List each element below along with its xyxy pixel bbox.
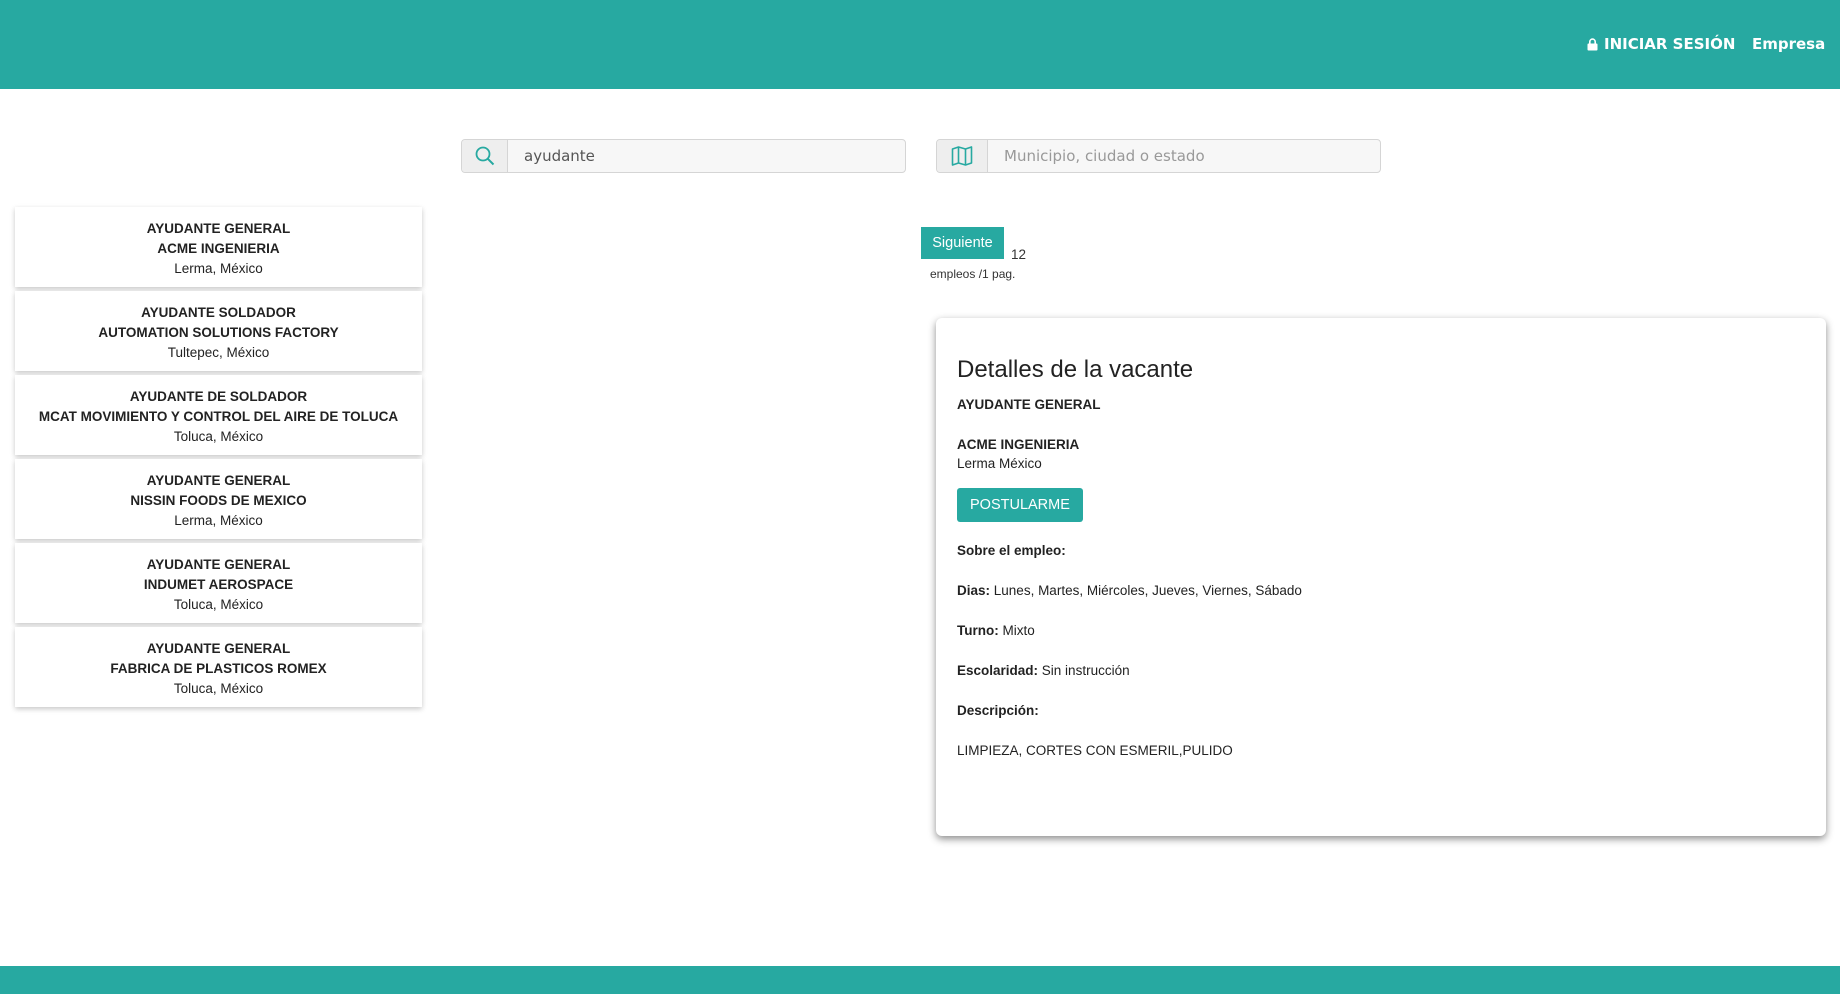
search-icon (475, 146, 494, 166)
job-title: AYUDANTE GENERAL (146, 473, 291, 488)
company-link[interactable]: Empresa (1752, 35, 1825, 53)
map-icon (951, 146, 973, 166)
keyword-input[interactable] (508, 140, 905, 172)
login-link[interactable]: INICIAR SESIÓN (1587, 35, 1735, 53)
job-card[interactable]: AYUDANTE DE SOLDADOR MCAT MOVIMIENTO Y C… (15, 375, 422, 455)
company-label: Empresa (1752, 35, 1826, 53)
description-label-row: Descripción: (957, 702, 1805, 720)
shift-row: Turno: Mixto (957, 622, 1805, 640)
job-title: AYUDANTE SOLDADOR (141, 305, 296, 320)
job-location: Lerma, México (174, 261, 263, 276)
footer-bar (0, 966, 1840, 994)
job-detail-panel: Detalles de la vacante AYUDANTE GENERAL … (936, 318, 1826, 836)
job-company: FABRICA DE PLASTICOS ROMEX (110, 661, 327, 676)
lock-icon (1587, 37, 1598, 50)
job-company: AUTOMATION SOLUTIONS FACTORY (98, 325, 339, 340)
detail-heading: Detalles de la vacante (957, 356, 1194, 383)
search-addon[interactable] (462, 140, 508, 172)
login-label: INICIAR SESIÓN (1604, 35, 1736, 53)
job-company: INDUMET AEROSPACE (143, 577, 294, 592)
job-company: NISSIN FOODS DE MEXICO (130, 493, 307, 508)
location-input[interactable] (988, 140, 1380, 172)
job-card[interactable]: AYUDANTE SOLDADOR AUTOMATION SOLUTIONS F… (15, 291, 422, 371)
job-title: AYUDANTE GENERAL (146, 557, 291, 572)
job-location: Toluca, México (173, 597, 264, 612)
apply-button[interactable]: POSTULARME (957, 488, 1083, 522)
education-value: Sin instrucción (1041, 663, 1130, 678)
description-text: LIMPIEZA, CORTES CON ESMERIL,PULIDO (957, 743, 1233, 758)
about-label: Sobre el empleo: (957, 543, 1066, 558)
job-card[interactable]: AYUDANTE GENERAL FABRICA DE PLASTICOS RO… (15, 627, 422, 707)
next-page-button[interactable]: Siguiente (921, 227, 1004, 259)
job-location: Toluca, México (173, 681, 264, 696)
job-card[interactable]: AYUDANTE GENERAL NISSIN FOODS DE MEXICO … (15, 459, 422, 539)
job-company: ACME INGENIERIA (157, 241, 280, 256)
education-label: Escolaridad: (957, 663, 1039, 678)
education-row: Escolaridad: Sin instrucción (957, 662, 1805, 680)
shift-value: Mixto (1002, 623, 1035, 638)
days-label: Dias: (957, 583, 991, 598)
detail-company: ACME INGENIERIA (957, 437, 1080, 452)
days-row: Dias: Lunes, Martes, Miércoles, Jueves, … (957, 582, 1805, 600)
about-label-row: Sobre el empleo: (957, 542, 1805, 560)
location-addon[interactable] (937, 140, 988, 172)
job-location: Tultepec, México (167, 345, 270, 360)
shift-label: Turno: (957, 623, 999, 638)
job-title: AYUDANTE DE SOLDADOR (129, 389, 308, 404)
description-label: Descripción: (957, 703, 1039, 718)
location-search (936, 139, 1381, 173)
results-count-label: empleos /1 pag. (930, 267, 1016, 281)
top-navbar: INICIAR SESIÓN Empresa (0, 0, 1840, 89)
job-location: Toluca, México (173, 429, 264, 444)
keyword-search (461, 139, 906, 173)
days-value: Lunes, Martes, Miércoles, Jueves, Vierne… (993, 583, 1302, 598)
job-title: AYUDANTE GENERAL (146, 221, 291, 236)
results-count: 12 (1011, 247, 1027, 262)
detail-location: Lerma México (957, 456, 1042, 471)
job-company: MCAT MOVIMIENTO Y CONTROL DEL AIRE DE TO… (38, 409, 399, 424)
job-location: Lerma, México (174, 513, 263, 528)
job-results-list: AYUDANTE GENERAL ACME INGENIERIA Lerma, … (15, 207, 422, 711)
job-title: AYUDANTE GENERAL (146, 641, 291, 656)
job-card[interactable]: AYUDANTE GENERAL INDUMET AEROSPACE Toluc… (15, 543, 422, 623)
job-card[interactable]: AYUDANTE GENERAL ACME INGENIERIA Lerma, … (15, 207, 422, 287)
detail-job-title: AYUDANTE GENERAL (957, 397, 1101, 412)
